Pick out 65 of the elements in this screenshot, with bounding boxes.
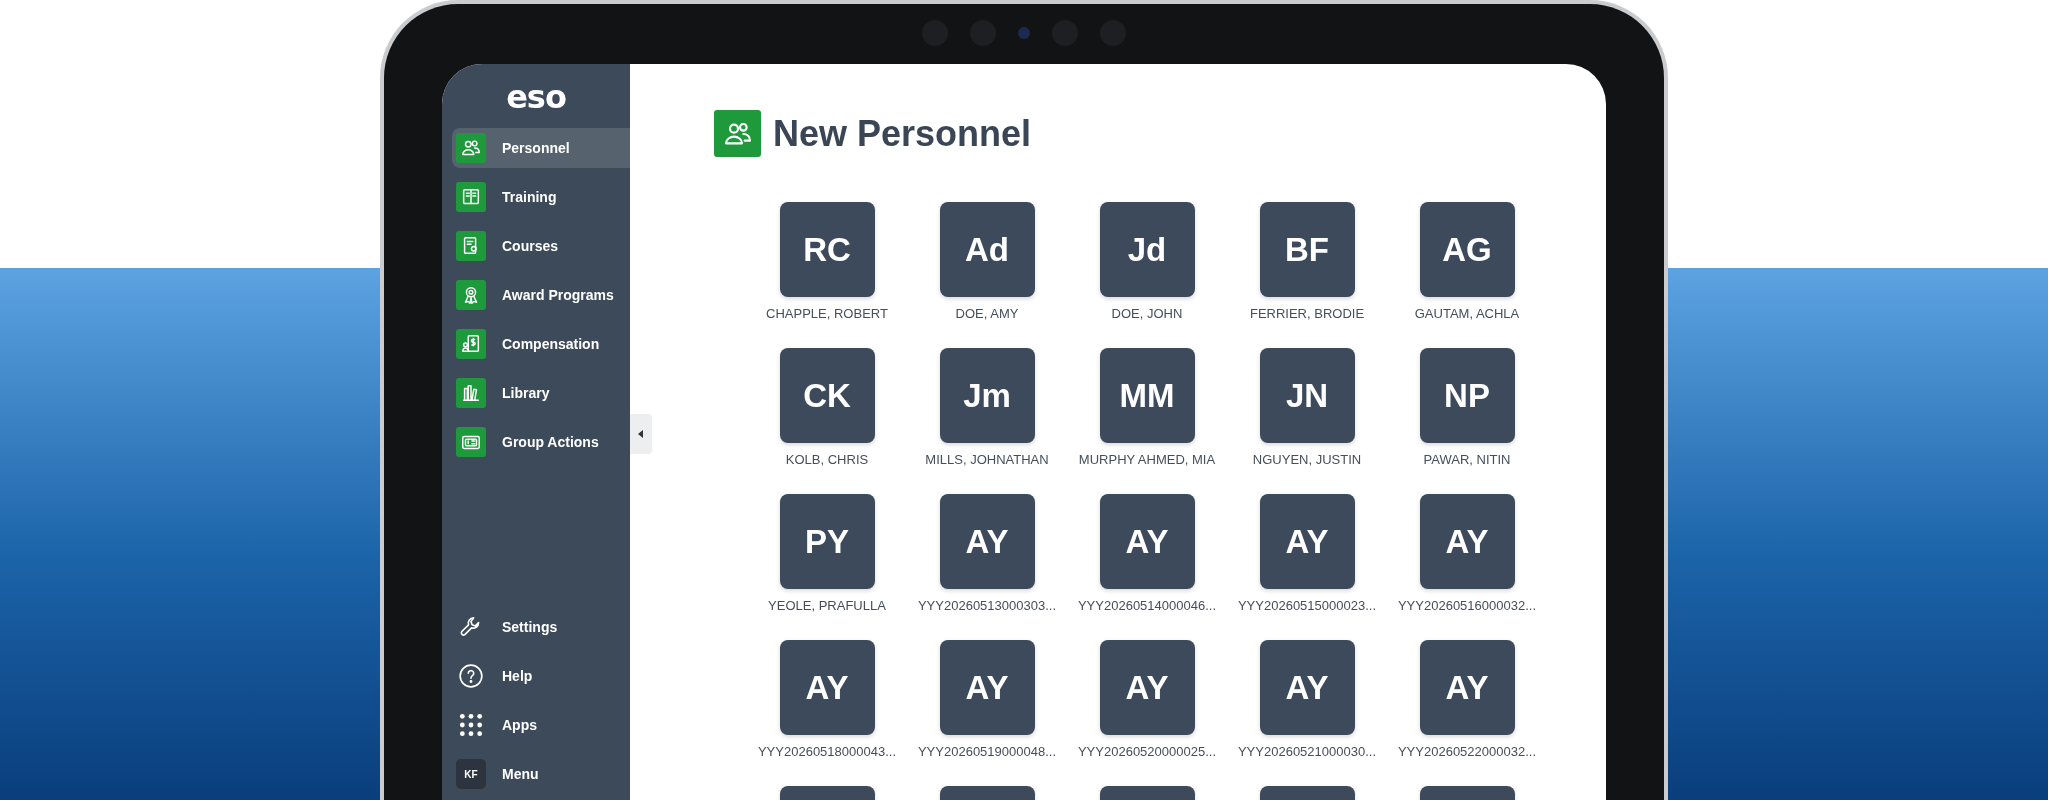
id-card-icon	[456, 427, 486, 457]
ribbon-award-icon	[456, 280, 486, 310]
person-name: GAUTAM, ACHLA	[1414, 306, 1520, 321]
avatar-tile[interactable]: AY	[1099, 494, 1195, 589]
avatar-tile[interactable]: AY	[1419, 494, 1515, 589]
person-name: YEOLE, PRAFULLA	[768, 598, 886, 613]
avatar-tile[interactable]: AY	[939, 494, 1035, 589]
avatar-tile[interactable]: CK	[779, 348, 875, 443]
person-name: DOE, AMY	[955, 306, 1019, 321]
apps-grid-icon	[458, 712, 484, 738]
person-name: MILLS, JOHNATHAN	[925, 452, 1049, 467]
user-avatar: KF	[456, 759, 486, 789]
avatar-tile[interactable]: JN	[1259, 348, 1355, 443]
avatar-tile[interactable]: AG	[1419, 202, 1515, 297]
avatar-tile[interactable]: AY	[1259, 494, 1355, 589]
avatar-tile[interactable]: NP	[1419, 348, 1515, 443]
nav-item[interactable]: Help	[452, 656, 630, 696]
nav-item[interactable]: Group Actions	[452, 422, 630, 462]
person-name: YYY20260513000303...	[917, 598, 1057, 613]
nav-item[interactable]: Training	[452, 177, 630, 217]
avatar-tile[interactable]: BF	[1259, 202, 1355, 297]
person-name: YYY20260519000048...	[917, 744, 1057, 759]
person-name: DOE, JOHN	[1111, 306, 1183, 321]
nav-item[interactable]: Apps	[452, 705, 630, 745]
avatar-tile[interactable]: MM	[1099, 348, 1195, 443]
avatar-tile[interactable]: AY	[1099, 640, 1195, 735]
person-name: YYY20260521000030...	[1237, 744, 1377, 759]
nav-item[interactable]: Personnel	[452, 128, 630, 168]
nav-item[interactable]: Settings	[452, 607, 630, 647]
library-books-icon	[456, 378, 486, 408]
nav-item[interactable]: Award Programs	[452, 275, 630, 315]
person-name: PAWAR, NITIN	[1423, 452, 1511, 467]
certificate-icon	[456, 231, 486, 261]
book-icon	[456, 182, 486, 212]
avatar-tile[interactable]: AY	[1259, 640, 1355, 735]
person-name: YYY20260514000046...	[1077, 598, 1217, 613]
person-name: YYY20260518000043...	[757, 744, 897, 759]
person-name: KOLB, CHRIS	[785, 452, 869, 467]
nav-item[interactable]: Courses	[452, 226, 630, 266]
person-name: YYY20260522000032...	[1397, 744, 1537, 759]
avatar-tile[interactable]: AY	[939, 640, 1035, 735]
avatar-tile[interactable]: Jm	[939, 348, 1035, 443]
avatar-tile[interactable]: PY	[779, 494, 875, 589]
person-name: CHAPPLE, ROBERT	[766, 306, 888, 321]
help-icon	[458, 663, 484, 689]
person-name: FERRIER, BRODIE	[1249, 306, 1365, 321]
logo: eso	[506, 78, 566, 116]
people-icon	[456, 133, 486, 163]
person-name: YYY20260515000023...	[1237, 598, 1377, 613]
person-name: NGUYEN, JUSTIN	[1252, 452, 1362, 467]
avatar-tile[interactable]: AY	[1419, 640, 1515, 735]
avatar-tile[interactable]: Jd	[1099, 202, 1195, 297]
avatar-tile[interactable]: AY	[779, 640, 875, 735]
page-title: New Personnel	[773, 112, 1032, 155]
person-name: YYY20260520000025...	[1077, 744, 1217, 759]
person-name: YYY20260516000032...	[1397, 598, 1537, 613]
people-icon	[714, 110, 761, 157]
dollar-document-icon	[456, 329, 486, 359]
nav-item[interactable]: Compensation	[452, 324, 630, 364]
avatar-tile[interactable]: Ad	[939, 202, 1035, 297]
avatar-tile[interactable]: RC	[779, 202, 875, 297]
person-name: MURPHY AHMED, MIA	[1078, 452, 1216, 467]
nav-item[interactable]: KF Menu	[452, 754, 630, 794]
nav-item[interactable]: Library	[452, 373, 630, 413]
collapse-handle[interactable]	[630, 414, 652, 454]
